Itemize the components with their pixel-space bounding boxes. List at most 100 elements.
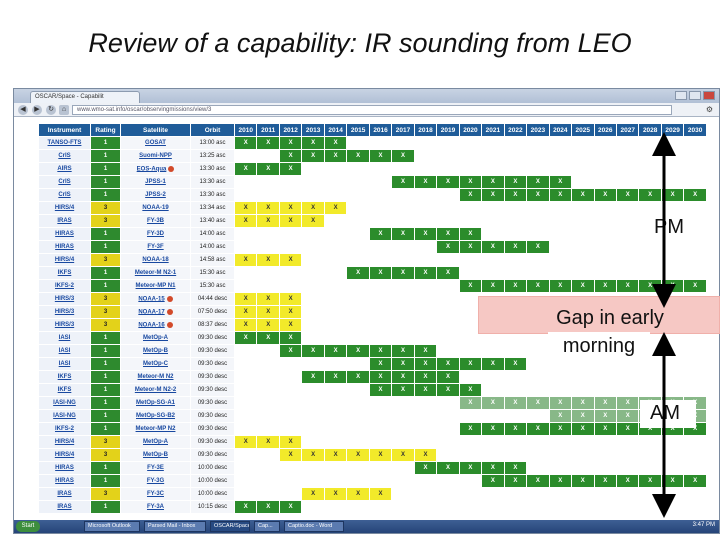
satellite-name[interactable]: MetOp-SG-B2 — [136, 413, 175, 419]
satellite-link[interactable]: JPSS-1 — [120, 175, 191, 189]
satellite-link[interactable]: Meteor-MP N1 — [120, 279, 191, 293]
instrument-link[interactable]: IRAS — [38, 487, 91, 501]
satellite-link[interactable]: FY-3B — [120, 214, 191, 228]
satellite-link[interactable]: MetOp-A — [120, 331, 191, 345]
header-rating[interactable]: Rating — [90, 123, 121, 137]
home-icon[interactable]: ⌂ — [59, 105, 69, 115]
maximize-icon[interactable] — [689, 91, 701, 100]
satellite-link[interactable]: MetOp-SG-A1 — [120, 396, 191, 410]
satellite-link[interactable]: FY-3C — [120, 487, 191, 501]
satellite-link[interactable]: FY-3F — [120, 240, 191, 254]
instrument-link[interactable]: IKFS — [38, 266, 91, 280]
satellite-link[interactable]: NOAA-17 — [120, 305, 191, 319]
browser-tab[interactable]: OSCAR/Space - Capabilit — [30, 91, 140, 103]
instrument-link[interactable]: HIRS/3 — [38, 305, 91, 319]
instrument-link[interactable]: HIRS/4 — [38, 448, 91, 462]
satellite-name[interactable]: JPSS-2 — [145, 192, 166, 198]
satellite-link[interactable]: FY-3E — [120, 461, 191, 475]
back-icon[interactable]: ◀ — [18, 105, 28, 115]
satellite-link[interactable]: NOAA-19 — [120, 201, 191, 215]
satellite-link[interactable]: GOSAT — [120, 136, 191, 150]
satellite-name[interactable]: MetOp-A — [143, 335, 168, 341]
satellite-link[interactable]: MetOp-B — [120, 344, 191, 358]
satellite-name[interactable]: MetOp-B — [143, 348, 168, 354]
satellite-name[interactable]: Meteor-M N2 — [137, 374, 173, 380]
satellite-link[interactable]: Suomi-NPP — [120, 149, 191, 163]
satellite-name[interactable]: NOAA-18 — [142, 257, 168, 263]
reload-icon[interactable]: ↻ — [46, 105, 56, 115]
instrument-link[interactable]: HIRS/3 — [38, 318, 91, 332]
url-bar[interactable]: www.wmo-sat.info/oscar/observingmissions… — [72, 105, 672, 115]
satellite-name[interactable]: FY-3F — [147, 244, 163, 250]
satellite-link[interactable]: MetOp-A — [120, 435, 191, 449]
satellite-name[interactable]: GOSAT — [145, 140, 166, 146]
satellite-name[interactable]: MetOp-B — [143, 452, 168, 458]
instrument-link[interactable]: AIRS — [38, 162, 91, 176]
satellite-name[interactable]: JPSS-1 — [145, 179, 166, 185]
satellite-name[interactable]: Meteor-MP N2 — [136, 426, 176, 432]
satellite-name[interactable]: FY-3G — [147, 478, 164, 484]
instrument-link[interactable]: CrIS — [38, 175, 91, 189]
instrument-link[interactable]: HIRS/4 — [38, 435, 91, 449]
satellite-name[interactable]: Meteor-M N2-1 — [135, 270, 176, 276]
satellite-link[interactable]: MetOp-C — [120, 357, 191, 371]
instrument-link[interactable]: HIRS/4 — [38, 253, 91, 267]
instrument-link[interactable]: IKFS — [38, 383, 91, 397]
instrument-link[interactable]: IASI — [38, 344, 91, 358]
header-satellite[interactable]: Satellite — [120, 123, 191, 137]
instrument-link[interactable]: HIRS/4 — [38, 201, 91, 215]
satellite-link[interactable]: EOS-Aqua — [120, 162, 191, 176]
satellite-link[interactable]: Meteor-M N2-2 — [120, 383, 191, 397]
satellite-link[interactable]: NOAA-15 — [120, 292, 191, 306]
satellite-name[interactable]: MetOp-A — [143, 439, 168, 445]
satellite-link[interactable]: Meteor-MP N2 — [120, 422, 191, 436]
instrument-link[interactable]: IKFS-2 — [38, 279, 91, 293]
satellite-link[interactable]: NOAA-16 — [120, 318, 191, 332]
satellite-name[interactable]: Meteor-M N2-2 — [135, 387, 176, 393]
satellite-name[interactable]: FY-3D — [147, 231, 164, 237]
satellite-link[interactable]: MetOp-SG-B2 — [120, 409, 191, 423]
satellite-name[interactable]: Suomi-NPP — [139, 153, 172, 159]
satellite-link[interactable]: FY-3D — [120, 227, 191, 241]
instrument-link[interactable]: HIRAS — [38, 461, 91, 475]
instrument-link[interactable]: HIRS/3 — [38, 292, 91, 306]
satellite-name[interactable]: NOAA-16 — [138, 322, 164, 328]
instrument-link[interactable]: IRAS — [38, 500, 91, 514]
instrument-link[interactable]: HIRAS — [38, 474, 91, 488]
satellite-link[interactable]: FY-3G — [120, 474, 191, 488]
satellite-link[interactable]: Meteor-M N2-1 — [120, 266, 191, 280]
satellite-name[interactable]: NOAA-19 — [142, 205, 168, 211]
satellite-name[interactable]: FY-3A — [147, 504, 164, 510]
satellite-link[interactable]: NOAA-18 — [120, 253, 191, 267]
satellite-link[interactable]: JPSS-2 — [120, 188, 191, 202]
instrument-link[interactable]: HIRAS — [38, 240, 91, 254]
header-orbit[interactable]: Orbit — [190, 123, 235, 137]
taskbar-item[interactable]: Parsed Mail - Inbox — [144, 521, 206, 532]
satellite-link[interactable]: FY-3A — [120, 500, 191, 514]
satellite-link[interactable]: MetOp-B — [120, 448, 191, 462]
instrument-link[interactable]: IASI — [38, 331, 91, 345]
taskbar-item[interactable]: OSCAR/Space — [210, 521, 250, 532]
satellite-name[interactable]: NOAA-15 — [138, 296, 164, 302]
instrument-link[interactable]: HIRAS — [38, 227, 91, 241]
satellite-link[interactable]: Meteor-M N2 — [120, 370, 191, 384]
taskbar-item[interactable]: Captio.doc - Word — [284, 521, 344, 532]
minimize-icon[interactable] — [675, 91, 687, 100]
instrument-link[interactable]: CrIS — [38, 149, 91, 163]
instrument-link[interactable]: IASI-NG — [38, 409, 91, 423]
instrument-link[interactable]: IASI-NG — [38, 396, 91, 410]
close-icon[interactable] — [703, 91, 715, 100]
satellite-name[interactable]: Meteor-MP N1 — [136, 283, 176, 289]
instrument-link[interactable]: IKFS — [38, 370, 91, 384]
instrument-link[interactable]: IKFS-2 — [38, 422, 91, 436]
taskbar-item[interactable]: Cap... — [254, 521, 280, 532]
instrument-link[interactable]: CrIS — [38, 188, 91, 202]
satellite-name[interactable]: MetOp-C — [143, 361, 168, 367]
wrench-icon[interactable]: ⚙ — [706, 105, 713, 114]
satellite-name[interactable]: MetOp-SG-A1 — [136, 400, 175, 406]
satellite-name[interactable]: NOAA-17 — [138, 309, 164, 315]
satellite-name[interactable]: FY-3B — [147, 218, 164, 224]
instrument-link[interactable]: TANSO-FTS — [38, 136, 91, 150]
instrument-link[interactable]: IRAS — [38, 214, 91, 228]
header-instrument[interactable]: Instrument — [38, 123, 91, 137]
